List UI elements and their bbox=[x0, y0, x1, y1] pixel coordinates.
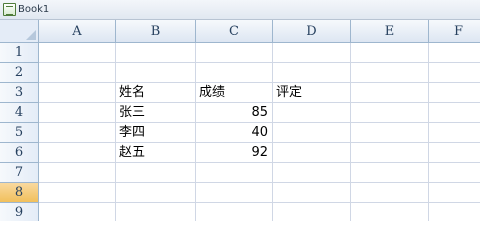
row-header-7[interactable]: 7 bbox=[0, 163, 39, 183]
row-header-9[interactable]: 9 bbox=[0, 203, 39, 221]
row-header-1[interactable]: 1 bbox=[0, 43, 39, 63]
cell-d3[interactable]: 评定 bbox=[273, 83, 350, 102]
row-gridline bbox=[39, 62, 480, 63]
column-header-a[interactable]: A bbox=[39, 20, 116, 43]
workbook-title: Book1 bbox=[18, 4, 50, 15]
cell-b3[interactable]: 姓名 bbox=[116, 83, 195, 102]
cell-b5[interactable]: 李四 bbox=[116, 123, 195, 142]
excel-window: Book1 A B C D E F 1 2 3 4 5 6 7 8 9 姓名 成绩 评定张三 85 李四 40 赵五 92 bbox=[0, 0, 480, 221]
column-header-b[interactable]: B bbox=[116, 20, 196, 43]
column-header-e[interactable]: E bbox=[351, 20, 429, 43]
column-header-f[interactable]: F bbox=[429, 20, 480, 43]
cell-b4[interactable]: 张三 bbox=[116, 103, 195, 122]
row-header-5[interactable]: 5 bbox=[0, 123, 39, 143]
row-header-6[interactable]: 6 bbox=[0, 143, 39, 163]
window-titlebar: Book1 bbox=[0, 0, 480, 20]
column-gridline bbox=[428, 43, 429, 221]
excel-workbook-icon bbox=[3, 3, 16, 16]
row-gridline bbox=[39, 162, 480, 163]
row-header-4[interactable]: 4 bbox=[0, 103, 39, 123]
cell-c6[interactable]: 92 bbox=[196, 143, 272, 162]
row-gridline bbox=[39, 182, 480, 183]
cell-c3[interactable]: 成绩 bbox=[196, 83, 272, 102]
row-gridline bbox=[39, 202, 480, 203]
select-all-button[interactable] bbox=[0, 20, 39, 43]
column-header-c[interactable]: C bbox=[196, 20, 273, 43]
cell-c4[interactable]: 85 bbox=[196, 103, 272, 122]
column-header-d[interactable]: D bbox=[273, 20, 351, 43]
row-header-2[interactable]: 2 bbox=[0, 63, 39, 83]
row-header-3[interactable]: 3 bbox=[0, 83, 39, 103]
cell-b6[interactable]: 赵五 bbox=[116, 143, 195, 162]
spreadsheet-grid[interactable]: A B C D E F 1 2 3 4 5 6 7 8 9 姓名 成绩 评定张三 85 李四 40 赵五 92 bbox=[0, 20, 480, 221]
cell-c5[interactable]: 40 bbox=[196, 123, 272, 142]
column-gridline bbox=[350, 43, 351, 221]
column-gridline bbox=[272, 43, 273, 221]
row-header-8[interactable]: 8 bbox=[0, 183, 39, 203]
